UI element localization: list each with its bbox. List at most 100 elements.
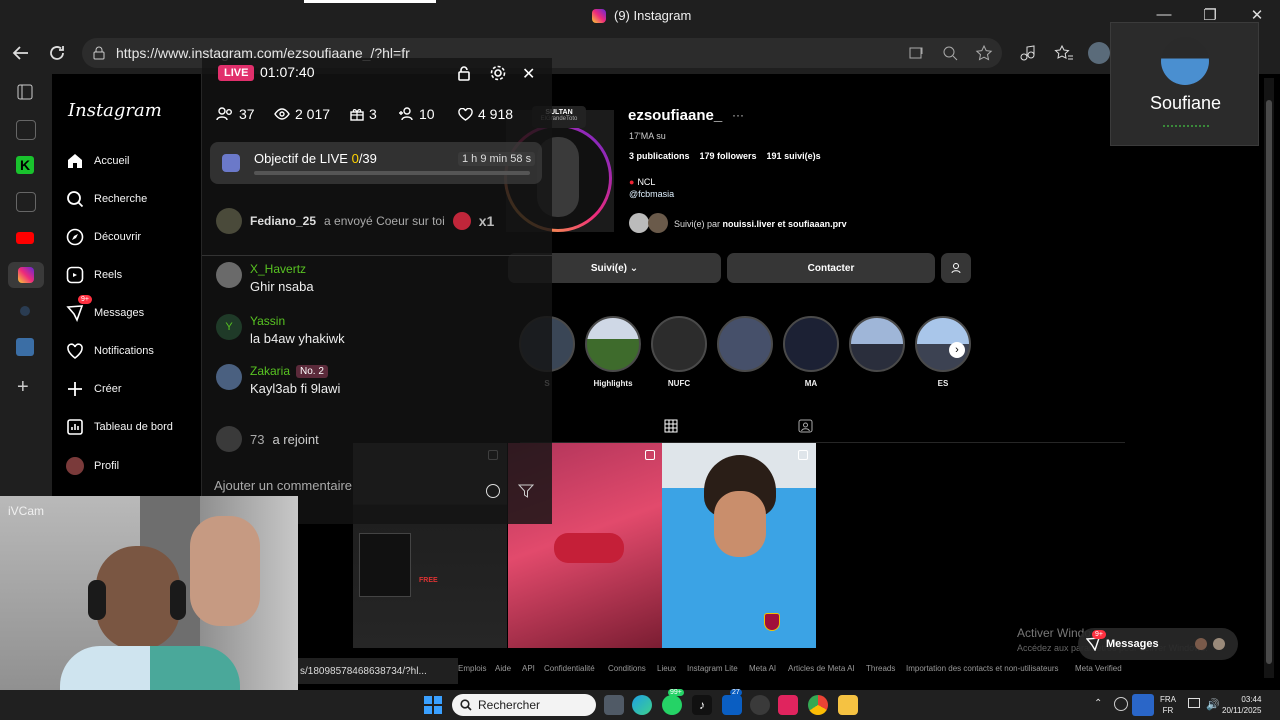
highlight-circle[interactable]: [783, 316, 839, 372]
filter-icon[interactable]: [518, 484, 534, 498]
page-scrollbar[interactable]: [1264, 78, 1274, 678]
favorites-icon[interactable]: [1054, 44, 1074, 62]
comment-row: Zakaria No. 2 Kayl3ab fi 9lawi: [216, 364, 340, 396]
add-person-icon: [399, 107, 413, 121]
extensions-music-icon[interactable]: [1018, 44, 1036, 62]
windows-start-icon[interactable]: [424, 696, 442, 714]
tray-app-icon[interactable]: [1114, 697, 1128, 711]
chat-divider: [202, 255, 552, 256]
post-image-detail: [359, 533, 411, 597]
nav-item-dashboard[interactable]: Tableau de bord: [66, 415, 173, 439]
youtube-icon[interactable]: [16, 232, 34, 244]
nav-item-reels[interactable]: Reels: [66, 263, 122, 287]
footer-link[interactable]: Meta AI: [749, 664, 776, 673]
following-count[interactable]: 191 suivi(e)s: [767, 151, 821, 161]
edge-icon[interactable]: [632, 695, 652, 715]
whatsapp-icon[interactable]: 99+: [662, 689, 684, 715]
more-options-icon[interactable]: ···: [732, 108, 744, 122]
clock[interactable]: 03:44 20/11/2025: [1222, 694, 1261, 716]
scrollbar-thumb[interactable]: [1266, 100, 1272, 664]
nav-item-messages[interactable]: Messages 9+: [66, 295, 144, 325]
profile-popup-card[interactable]: Soufiane: [1110, 22, 1259, 146]
emoji-icon[interactable]: [486, 484, 500, 498]
footer-link[interactable]: Meta Verified: [1075, 664, 1122, 673]
nav-item-search[interactable]: Recherche: [66, 187, 147, 211]
network-icon[interactable]: [1188, 698, 1200, 708]
zoom-icon[interactable]: [942, 45, 958, 61]
highlight-circle[interactable]: [717, 316, 773, 372]
followers-count[interactable]: 179 followers: [700, 151, 757, 161]
heart-outline-icon: [458, 107, 473, 121]
sidebar-app-icon[interactable]: [16, 120, 36, 140]
next-highlights-button[interactable]: ›: [949, 342, 965, 358]
sidebar-app-icon[interactable]: [16, 338, 34, 356]
post-thumbnail[interactable]: [662, 443, 816, 648]
instagram-logo[interactable]: Instagram: [68, 100, 162, 121]
messages-floating-button[interactable]: 9+ Messages: [1078, 628, 1238, 660]
footer-link[interactable]: Lieux: [657, 664, 676, 673]
footer-link[interactable]: Threads: [866, 664, 895, 673]
kick-icon[interactable]: K: [16, 156, 34, 174]
heart-gift-icon: [452, 212, 471, 230]
contact-button[interactable]: Contacter: [727, 253, 935, 283]
settings-gear-icon[interactable]: [490, 65, 506, 81]
tray-overflow-icon[interactable]: ⌃: [1094, 698, 1102, 709]
tab-tagged[interactable]: [798, 419, 813, 433]
suggest-people-button[interactable]: [941, 253, 971, 283]
tab-posts[interactable]: [664, 419, 678, 433]
nav-item-home[interactable]: Accueil: [66, 149, 129, 173]
highlight-circle[interactable]: [849, 316, 905, 372]
sidebar-app-icon[interactable]: [20, 306, 30, 316]
tab-title[interactable]: (9) Instagram: [592, 8, 691, 23]
footer-link[interactable]: Emplois: [458, 664, 486, 673]
footer-link[interactable]: Conditions: [608, 664, 646, 673]
profile-card-status: [1163, 125, 1209, 127]
footer-link[interactable]: Aide: [495, 664, 511, 673]
nav-item-notifications[interactable]: Notifications: [66, 339, 154, 363]
language-indicator[interactable]: FRA FR: [1160, 694, 1176, 716]
instagram-favicon-icon: [592, 8, 606, 23]
footer-link[interactable]: Importation des contacts et non-utilisat…: [906, 664, 1059, 673]
add-sidebar-app-icon[interactable]: +: [17, 377, 29, 397]
sidebar-app-icon[interactable]: [16, 192, 36, 212]
open-in-app-icon[interactable]: [908, 45, 924, 61]
task-view-icon[interactable]: [604, 695, 624, 715]
footer-link[interactable]: Instagram Lite: [687, 664, 738, 673]
volume-icon[interactable]: 🔊: [1206, 698, 1220, 711]
favorite-star-icon[interactable]: [975, 44, 993, 62]
tab-actions-icon[interactable]: [17, 84, 33, 100]
gift-icon: [350, 109, 364, 121]
live-goal-card[interactable]: Objectif de LIVE 0/39 1 h 9 min 58 s: [210, 142, 542, 184]
reload-icon[interactable]: [46, 42, 68, 64]
file-explorer-icon[interactable]: [838, 695, 858, 715]
sidebar-active-tab[interactable]: [8, 262, 44, 288]
nav-item-create[interactable]: Créer: [66, 377, 122, 401]
highlight-circle[interactable]: [651, 316, 707, 372]
browser-profile-avatar[interactable]: [1088, 42, 1110, 64]
highlight-label: MA: [804, 379, 818, 388]
tiktok-live-icon[interactable]: [778, 695, 798, 715]
bio-mention-link[interactable]: @fcbmasia: [629, 189, 674, 199]
tiktok-icon[interactable]: ♪: [692, 695, 712, 715]
site-info-icon[interactable]: [92, 46, 106, 60]
chrome-icon[interactable]: [808, 695, 828, 715]
close-live-icon[interactable]: ✕: [522, 64, 535, 84]
whatsapp-badge: 99+: [668, 689, 684, 696]
nav-item-explore[interactable]: Découvrir: [66, 225, 141, 249]
steam-icon[interactable]: [750, 695, 770, 715]
nav-item-profile[interactable]: Profil: [66, 454, 119, 478]
footer-link[interactable]: API: [522, 664, 535, 673]
microphone-icon[interactable]: [1132, 694, 1154, 716]
highlight-circle[interactable]: [585, 316, 641, 372]
lock-icon[interactable]: [456, 65, 472, 81]
back-arrow-icon[interactable]: [10, 42, 32, 64]
eye-icon: [274, 108, 290, 120]
messenger-app-icon[interactable]: 27: [722, 689, 742, 715]
footer-link[interactable]: Articles de Meta AI: [788, 664, 855, 673]
carousel-icon: [798, 450, 808, 460]
footer-link[interactable]: Confidentialité: [544, 664, 595, 673]
plus-icon: [68, 382, 82, 396]
tagged-icon: [798, 419, 813, 433]
taskbar-search[interactable]: Rechercher: [452, 694, 596, 716]
followed-by-text[interactable]: Suivi(e) par nouissi.liver et soufiaaan.…: [674, 219, 847, 229]
